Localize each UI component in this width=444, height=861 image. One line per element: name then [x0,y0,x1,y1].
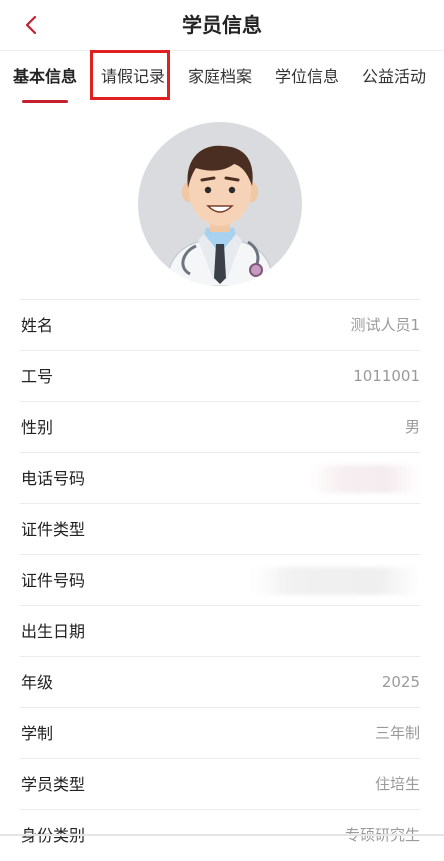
avatar [138,122,302,286]
field-label: 学制 [21,724,54,743]
field-label: 学员类型 [21,775,86,794]
doctor-avatar-icon [165,145,275,286]
tab-basic-info[interactable]: 基本信息 [13,51,77,103]
field-value: 1011001 [353,367,420,385]
redacted-value [250,567,420,595]
tab-bar: 基本信息 请假记录 家庭档案 学位信息 公益活动 [0,50,444,104]
field-label: 证件号码 [21,571,86,590]
page-title: 学员信息 [182,13,262,37]
tab-leave-records[interactable]: 请假记录 [101,51,165,103]
info-list: 姓名 测试人员1 工号 1011001 性别 男 电话号码 证件类型 证件号码 … [20,299,420,860]
field-label: 工号 [21,367,54,386]
field-label: 出生日期 [21,622,86,641]
field-row-phone[interactable]: 电话号码 [20,452,420,503]
field-row-grade[interactable]: 年级 2025 [20,656,420,707]
field-label: 性别 [21,418,54,437]
field-value: 2025 [381,673,420,691]
field-row-trainee-type[interactable]: 学员类型 住培生 [20,758,420,809]
tab-family-archive[interactable]: 家庭档案 [188,51,252,103]
field-row-id-type[interactable]: 证件类型 [20,503,420,554]
field-value: 住培生 [374,775,420,793]
field-row-id-number[interactable]: 证件号码 [20,554,420,605]
redacted-value [310,465,420,493]
field-row-program-length[interactable]: 学制 三年制 [20,707,420,758]
field-value: 测试人员1 [350,316,420,334]
header: 学员信息 [0,0,444,50]
tab-degree-info[interactable]: 学位信息 [275,51,339,103]
active-tab-indicator [22,100,68,103]
field-label: 姓名 [21,316,54,335]
field-row-name[interactable]: 姓名 测试人员1 [20,299,420,350]
field-label: 电话号码 [21,469,86,488]
tab-charity-activities[interactable]: 公益活动 [362,51,426,103]
field-label: 年级 [21,673,54,692]
field-value: 男 [404,418,420,436]
field-row-birth-date[interactable]: 出生日期 [20,605,420,656]
field-row-gender[interactable]: 性别 男 [20,401,420,452]
field-label: 证件类型 [21,520,86,539]
field-value: 三年制 [374,724,420,742]
field-row-employee-id[interactable]: 工号 1011001 [20,350,420,401]
